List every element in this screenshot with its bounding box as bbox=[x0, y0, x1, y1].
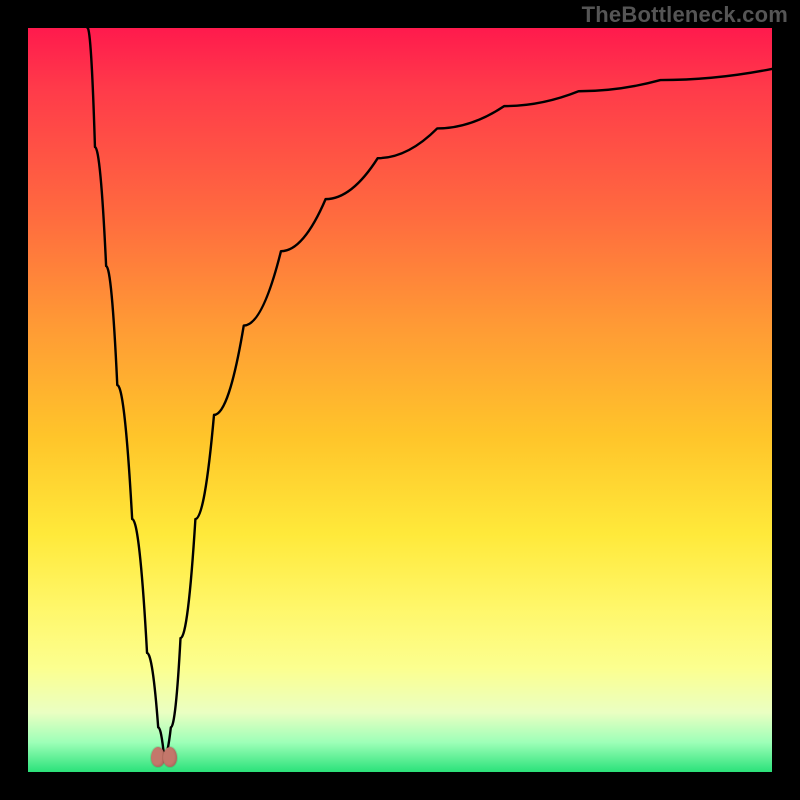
plot-area bbox=[28, 28, 772, 772]
curve-svg bbox=[28, 28, 772, 772]
watermark-text: TheBottleneck.com bbox=[582, 2, 788, 28]
chart-frame: TheBottleneck.com bbox=[0, 0, 800, 800]
bottleneck-curve bbox=[88, 28, 772, 757]
